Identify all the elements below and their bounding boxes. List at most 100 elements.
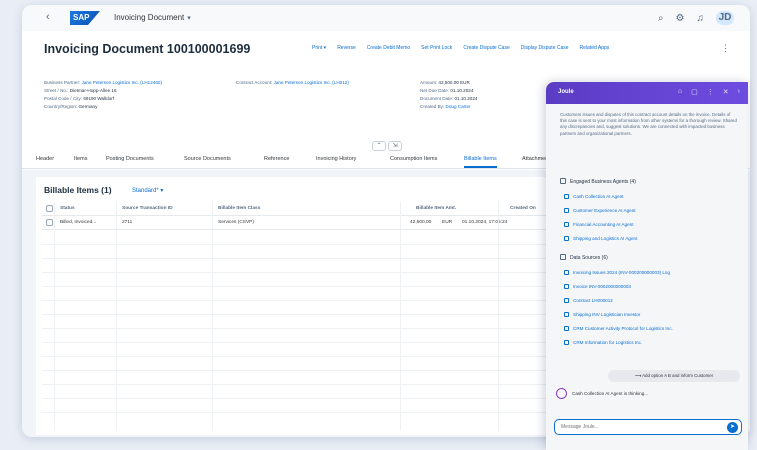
reverse-button[interactable]: Reverse [337,45,356,51]
select-all-checkbox[interactable] [46,205,53,212]
grid-divider [42,300,576,301]
cell-amount: 42,500.00 [410,220,432,225]
set-print-lock-button[interactable]: Set Print Lock [421,45,452,51]
column-source-transaction-id[interactable]: Source Transaction ID [122,206,173,211]
joule-title: Joule [558,89,574,95]
agent-icon [564,194,569,199]
header-actions: Print ▾ Reverse Create Debit Memo Set Pr… [312,45,609,51]
column-status[interactable]: Status [60,206,75,211]
agent-link[interactable]: Customer Experience AI Agent [564,208,636,213]
back-icon[interactable]: ‹ [46,11,50,23]
engaged-agents-heading: Engaged Business Agents (4) [560,178,636,185]
document-icon [564,312,569,317]
cell-currency: EUR [442,220,453,225]
tab-billable-items[interactable]: Billable Items [464,156,497,168]
joule-header-actions: ⌂ ▢ ⋮ ✕ › [678,88,740,96]
header-collapse-controls: ⌃ ⇲ [372,141,402,151]
pin-header-button[interactable]: ⇲ [388,141,402,151]
notifications-icon[interactable]: ♫ [697,13,705,24]
tab-reference[interactable]: Reference [264,156,289,162]
more-options-icon[interactable]: ⋮ [707,88,714,96]
message-input[interactable] [561,424,711,430]
tab-invoicing-history[interactable]: Invoicing History [316,156,356,162]
agent-status: Cash Collection AI Agent is thinking... [556,388,648,399]
document-icon [564,340,569,345]
row-checkbox[interactable] [46,219,53,226]
grid-divider [42,384,576,385]
document-icon [564,270,569,275]
agent-link[interactable]: Financial Accounting AI Agent [564,222,634,227]
source-link[interactable]: CRM Information for Logistics Inc. [564,340,642,345]
contract-account-link[interactable]: Jane Peterson Logistics Inc. (LH012) [274,80,349,85]
table-header-row: Status Source Transaction ID Billable It… [42,202,576,216]
grid-divider [42,398,576,399]
document-icon [564,298,569,303]
created-by-link[interactable]: Doug Carter [446,104,471,109]
page-title: Invoicing Document 100100001699 [44,42,251,56]
variant-selector[interactable]: Standard* ▾ [132,187,163,194]
field-amount: Amount: 42,500.00 EUR [420,80,470,85]
source-link[interactable]: Shipping INV Logistician Investor [564,312,640,317]
collapse-header-button[interactable]: ⌃ [372,141,386,151]
status-text: Cash Collection AI Agent is thinking... [572,391,649,396]
send-icon[interactable]: ➤ [727,422,738,433]
grid-divider [400,202,401,430]
joule-panel: Joule ⌂ ▢ ⋮ ✕ › Customers issues and dis… [546,82,748,450]
expand-icon[interactable]: ▢ [691,88,698,96]
grid-divider [54,202,55,430]
source-link[interactable]: Invoice INV-0002000000003 [564,284,631,289]
settings-icon[interactable]: ⚙ [676,13,685,24]
agent-icon [564,236,569,241]
agents-icon [560,178,566,184]
tab-source-documents[interactable]: Source Documents [184,156,231,162]
field-document-date: Document Date: 01.10.2024 [420,96,478,101]
tab-posting-documents[interactable]: Posting Documents [106,156,154,162]
document-icon [564,284,569,289]
close-icon[interactable]: ✕ [723,88,729,96]
column-created-on[interactable]: Created On [510,206,536,211]
agent-link[interactable]: Shipping and Logistics AI Agent [564,236,637,241]
agent-link[interactable]: Cash Collection AI Agent [564,194,624,199]
sap-logo[interactable]: SAP [70,11,100,25]
shell-bar: ‹ SAP Invoicing Document ▾ ⌕ ⚙ ♫ JD [22,5,750,31]
user-avatar[interactable]: JD [716,11,734,25]
source-link[interactable]: Contract LH000012 [564,298,613,303]
source-link[interactable]: Invoicing Issues 2024 (INV-000200000003)… [564,270,670,275]
header-fields-partner: Business Partner: Jane Peterson Logistic… [44,79,162,111]
field-street: Street / No.: Dietmar-Hopp-Allee 16 [44,88,117,93]
chevron-right-icon[interactable]: › [738,88,740,96]
field-business-partner: Business Partner: Jane Peterson Logistic… [44,80,162,85]
data-sources-icon [560,254,566,260]
create-dispute-case-button[interactable]: Create Dispute Case [463,45,509,51]
display-dispute-case-button[interactable]: Display Dispute Case [521,45,569,51]
field-contract-account: Contract Account: Jane Peterson Logistic… [236,80,349,85]
message-box: ➤ [554,419,742,435]
column-billable-item-class[interactable]: Billable Item Class [218,206,260,211]
field-postal-city: Postal Code / City: 69190 Walldorf [44,96,115,101]
more-options-icon[interactable]: ⋮ [721,43,730,54]
table-row[interactable]: Billed, Invoiced... 2711 Services (CSVP)… [42,216,576,230]
search-icon[interactable]: ⌕ [658,13,664,24]
source-link[interactable]: CRM Customer Activity Protocol for Logis… [564,326,673,331]
suggestion-chip[interactable]: ⟶ Add option A B and inform Customer [608,370,740,382]
print-button[interactable]: Print ▾ [312,45,326,51]
loading-spinner-icon [556,388,567,399]
cell-status: Billed, Invoiced... [60,220,97,225]
agent-icon [564,222,569,227]
create-debit-memo-button[interactable]: Create Debit Memo [367,45,410,51]
tab-items[interactable]: Items [74,156,87,162]
table-title: Billable Items (1) [44,185,112,195]
column-billable-item-amount[interactable]: Billable Item Amt. [416,206,456,211]
grid-divider [42,356,576,357]
grid-divider [42,272,576,273]
tab-consumption-items[interactable]: Consumption Items [390,156,437,162]
business-partner-link[interactable]: Jane Peterson Logistics Inc. (LH12460) [82,80,162,85]
home-icon[interactable]: ⌂ [678,88,682,96]
cell-source-transaction-id: 2711 [122,220,133,225]
app-title-menu[interactable]: Invoicing Document ▾ [114,13,191,22]
tab-header[interactable]: Header [36,156,54,162]
grid-divider [116,202,117,430]
joule-header: Joule ⌂ ▢ ⋮ ✕ › [546,82,748,104]
grid-divider [42,370,576,371]
related-apps-button[interactable]: Related Apps [580,45,610,51]
